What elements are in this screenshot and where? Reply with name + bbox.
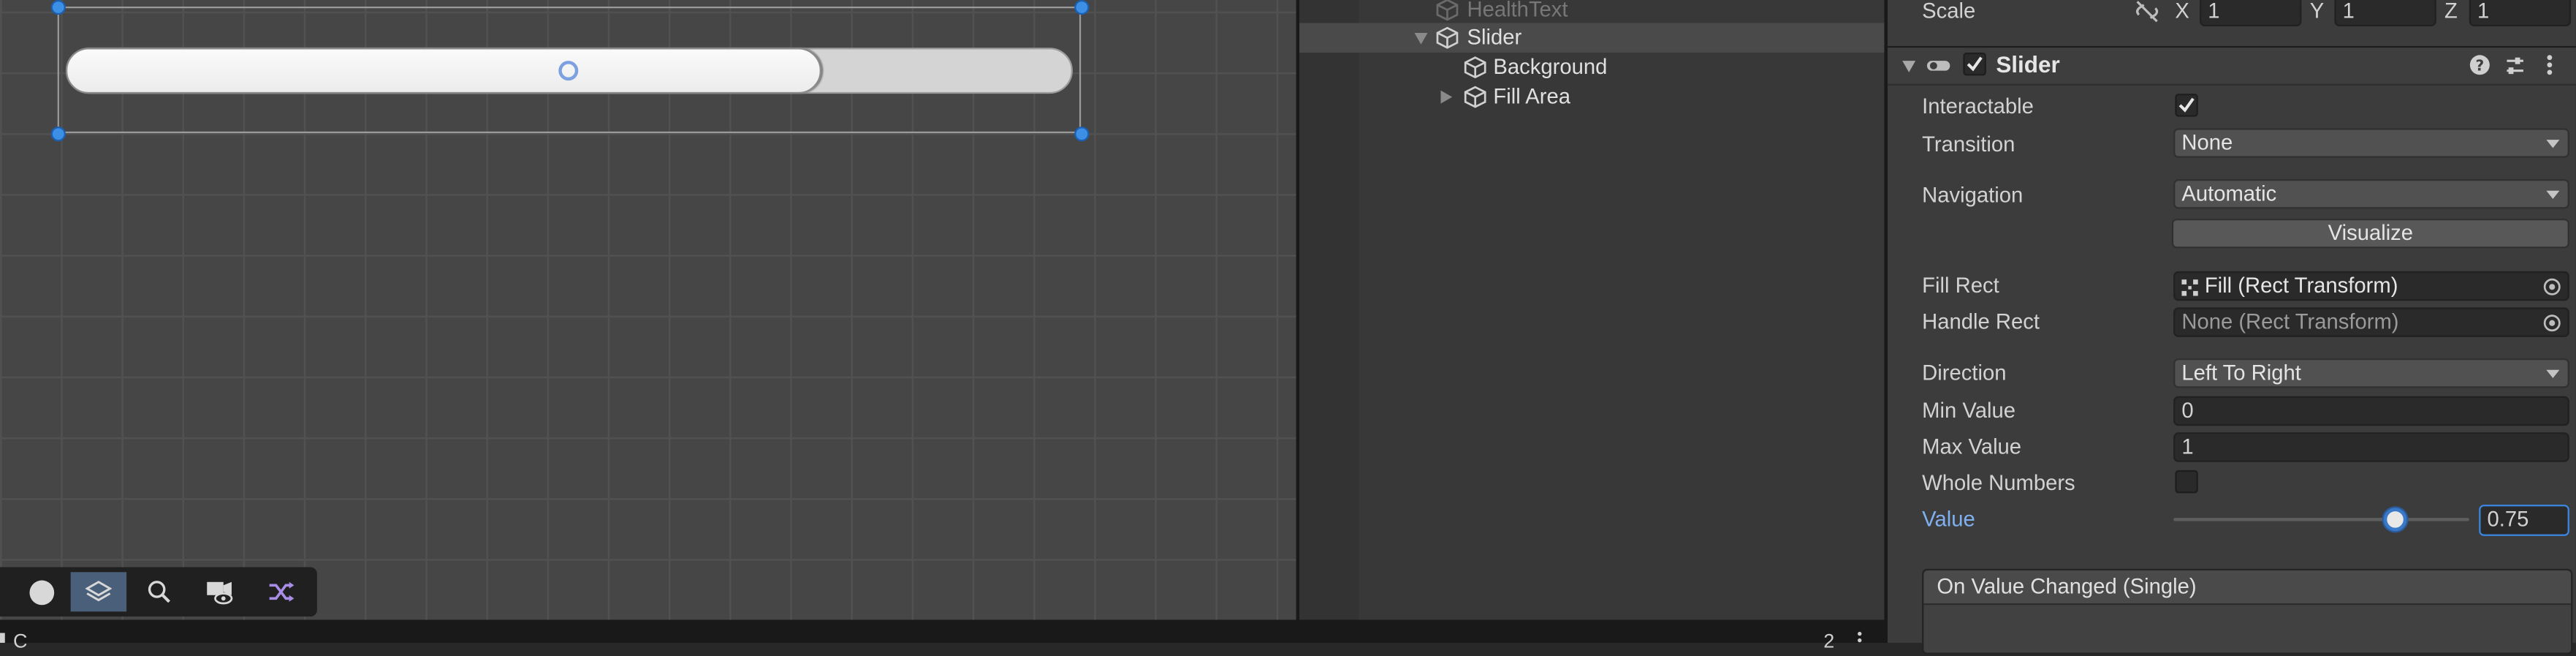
field-value: Fill (Rect Transform) xyxy=(2204,273,2398,298)
scale-z-label: Z xyxy=(2444,0,2458,23)
help-icon[interactable]: ? xyxy=(2469,54,2490,75)
scene-view[interactable] xyxy=(0,0,1296,620)
tab-edge-marker xyxy=(0,633,5,643)
dropdown-arrow-icon xyxy=(2546,190,2560,200)
hierarchy-item-label: Fill Area xyxy=(1493,83,1571,109)
layers-tool-icon[interactable] xyxy=(70,572,127,612)
min-value-label: Min Value xyxy=(1922,398,2015,423)
hierarchy-item-label: HealthText xyxy=(1467,0,1568,22)
value-field[interactable]: 0.75 xyxy=(2479,505,2569,536)
handle-rect-field[interactable]: None (Rect Transform) xyxy=(2173,307,2569,337)
constrain-proportions-icon[interactable] xyxy=(2134,0,2160,23)
transition-label: Transition xyxy=(1922,131,2015,157)
search-icon[interactable] xyxy=(132,572,187,611)
direction-label: Direction xyxy=(1922,360,2007,385)
checkmark-icon xyxy=(2178,97,2195,113)
dropdown-arrow-icon xyxy=(2546,140,2560,148)
interactable-label: Interactable xyxy=(1922,94,2034,118)
tool-left-partial[interactable] xyxy=(0,572,13,611)
selection-handle-br[interactable] xyxy=(1074,127,1090,142)
pivot-icon[interactable] xyxy=(558,61,579,81)
foldout-expanded-icon[interactable] xyxy=(1902,61,1916,72)
scale-x-field[interactable]: 1 xyxy=(2200,0,2302,26)
hierarchy-item-healthtext[interactable]: HealthText xyxy=(1359,0,1884,25)
inspector-panel: Scale X 1 Y 1 Z 1 Slider ? Interactable … xyxy=(1887,0,2576,655)
gameobject-icon xyxy=(1436,0,1459,21)
max-value-label: Max Value xyxy=(1922,434,2022,459)
on-value-changed-event[interactable]: On Value Changed (Single) xyxy=(1922,568,2573,655)
object-picker-icon[interactable] xyxy=(2543,314,2561,332)
component-title: Slider xyxy=(1996,50,2060,78)
visualize-button[interactable]: Visualize xyxy=(2171,218,2569,249)
scale-x-label: X xyxy=(2175,0,2189,23)
field-value: None (Rect Transform) xyxy=(2181,309,2399,334)
interactable-checkbox[interactable] xyxy=(2175,94,2198,117)
hierarchy-item-label: Background xyxy=(1493,54,1608,79)
scale-label: Scale xyxy=(1922,0,1976,23)
hierarchy-item-label: Slider xyxy=(1467,24,1522,50)
component-enabled-checkbox[interactable] xyxy=(1963,52,1986,76)
svg-text:?: ? xyxy=(2475,57,2484,75)
whole-numbers-checkbox[interactable] xyxy=(2175,470,2198,494)
navigation-dropdown[interactable]: Automatic xyxy=(2173,179,2569,209)
min-value-field[interactable]: 0 xyxy=(2173,396,2569,426)
hierarchy-item-background[interactable]: Background xyxy=(1299,53,1884,82)
shuffle-tool-icon[interactable] xyxy=(253,572,308,611)
presets-icon[interactable] xyxy=(2504,54,2526,77)
selection-handle-tl[interactable] xyxy=(50,0,66,15)
hierarchy-item-slider[interactable]: Slider xyxy=(1299,23,1885,53)
scene-slider-fill xyxy=(65,48,821,94)
foldout-collapsed-icon[interactable] xyxy=(1440,90,1453,104)
dropdown-arrow-icon xyxy=(2546,369,2560,379)
foldout-expanded-icon[interactable] xyxy=(1414,32,1428,45)
more-options-icon[interactable] xyxy=(1856,631,1863,643)
more-options-icon[interactable] xyxy=(2545,53,2554,78)
bottom-count-label: 2 xyxy=(1823,629,1835,653)
handle-rect-label: Handle Rect xyxy=(1922,309,2040,334)
value-slider-thumb[interactable] xyxy=(2383,508,2407,532)
value-label: Value xyxy=(1922,506,1975,532)
selection-handle-tr[interactable] xyxy=(1074,0,1090,15)
scale-z-field[interactable]: 1 xyxy=(2469,0,2572,26)
gameobject-icon xyxy=(1464,86,1486,108)
scale-y-field[interactable]: 1 xyxy=(2334,0,2436,26)
direction-dropdown[interactable]: Left To Right xyxy=(2173,358,2569,388)
dropdown-value: Left To Right xyxy=(2181,360,2301,385)
camera-visibility-icon[interactable] xyxy=(192,572,248,611)
navigation-label: Navigation xyxy=(1922,182,2024,208)
transition-dropdown[interactable]: None xyxy=(2173,128,2569,158)
max-value-field[interactable]: 1 xyxy=(2173,432,2569,462)
checkmark-icon xyxy=(1967,56,1983,72)
fill-rect-label: Fill Rect xyxy=(1922,273,1999,298)
gameobject-icon xyxy=(1436,26,1459,49)
dropdown-value: Automatic xyxy=(2181,181,2277,206)
object-picker-icon[interactable] xyxy=(2543,278,2561,296)
gameobject-icon xyxy=(1464,56,1486,79)
rect-transform-icon xyxy=(2181,279,2198,296)
slider-component-icon xyxy=(1926,61,1950,71)
bottom-tab-label[interactable]: C xyxy=(13,626,27,655)
whole-numbers-label: Whole Numbers xyxy=(1922,470,2075,495)
hierarchy-panel: HealthText Slider Background Fill Area xyxy=(1299,0,1885,620)
component-header[interactable]: Slider ? xyxy=(1887,45,2576,86)
circle-tool-icon[interactable] xyxy=(13,572,69,611)
fill-rect-field[interactable]: Fill (Rect Transform) xyxy=(2173,271,2569,301)
dropdown-value: None xyxy=(2181,129,2233,155)
event-header-label: On Value Changed (Single) xyxy=(1937,573,2197,599)
scale-y-label: Y xyxy=(2309,0,2325,23)
scene-tools-overlay xyxy=(0,567,317,617)
bottom-tab-bar: C 2 xyxy=(0,619,1885,652)
value-slider-track[interactable] xyxy=(2173,518,2469,521)
selection-handle-bl[interactable] xyxy=(50,127,66,142)
hierarchy-item-fill-area[interactable]: Fill Area xyxy=(1299,82,1884,111)
